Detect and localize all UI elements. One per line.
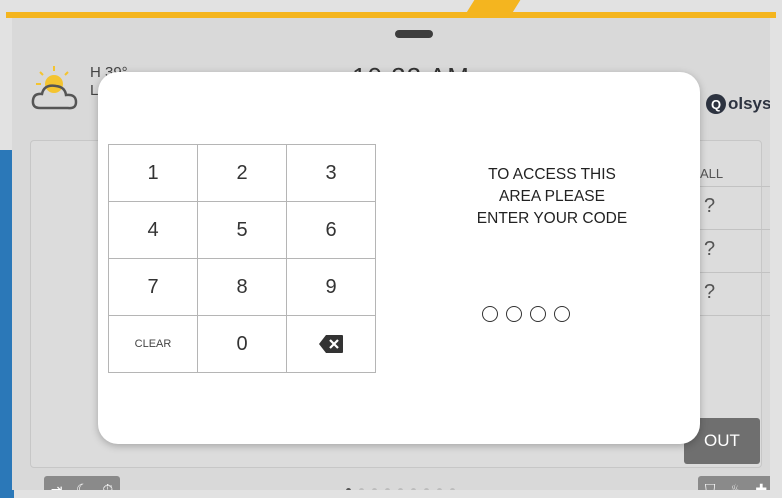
exit-home-icon[interactable]: ⇥ (51, 481, 63, 491)
code-digit-slot (530, 306, 546, 322)
sensor-row[interactable]: ? (692, 230, 770, 273)
code-digit-slot (482, 306, 498, 322)
timer-icon[interactable]: ⏱ (102, 481, 113, 491)
page-dot[interactable] (411, 488, 416, 490)
key-3[interactable]: 3 (287, 145, 376, 202)
shield-icon[interactable]: ⛉ (705, 481, 716, 491)
code-digit-slot (554, 306, 570, 322)
sensor-list: ALL ? ? ? (692, 160, 770, 316)
brand-logo: Q olsys (706, 94, 770, 114)
page-dot[interactable] (372, 488, 377, 490)
page-indicator (346, 488, 455, 490)
moon-icon[interactable]: ☾ (76, 481, 89, 491)
page-dot[interactable] (437, 488, 442, 490)
key-0[interactable]: 0 (198, 316, 287, 373)
page-dot[interactable] (398, 488, 403, 490)
pull-down-handle[interactable] (395, 30, 433, 38)
sensor-list-header[interactable]: ALL (692, 160, 770, 187)
medical-cross-icon[interactable]: ✚ (755, 481, 767, 491)
numeric-keypad: 1 2 3 4 5 6 7 8 9 CLEAR 0 (108, 144, 376, 373)
key-1[interactable]: 1 (109, 145, 198, 202)
backspace-icon (319, 335, 343, 353)
access-code-dialog: 1 2 3 4 5 6 7 8 9 CLEAR 0 TO ACCESS THIS… (98, 72, 700, 444)
logo-text: olsys (728, 94, 770, 113)
page-dot[interactable] (346, 488, 351, 490)
partly-cloudy-icon (31, 66, 78, 110)
key-2[interactable]: 2 (198, 145, 287, 202)
prompt-line: AREA PLEASE (499, 188, 605, 205)
key-5[interactable]: 5 (198, 202, 287, 259)
page-dot[interactable] (359, 488, 364, 490)
access-prompt: TO ACCESS THIS AREA PLEASE ENTER YOUR CO… (428, 164, 676, 230)
page-dot[interactable] (450, 488, 455, 490)
key-9[interactable]: 9 (287, 259, 376, 316)
backspace-button[interactable] (287, 316, 376, 373)
sensor-row[interactable]: ? (692, 273, 770, 316)
logo-mark: Q (706, 94, 726, 114)
prompt-line: ENTER YOUR CODE (476, 210, 628, 227)
fire-icon[interactable]: ♨ (729, 481, 742, 491)
page-dot[interactable] (385, 488, 390, 490)
page-dot[interactable] (424, 488, 429, 490)
sensor-row[interactable]: ? (692, 187, 770, 230)
key-4[interactable]: 4 (109, 202, 198, 259)
key-6[interactable]: 6 (287, 202, 376, 259)
code-digit-slot (506, 306, 522, 322)
key-8[interactable]: 8 (198, 259, 287, 316)
key-7[interactable]: 7 (109, 259, 198, 316)
bottom-left-shortcuts[interactable]: ⇥ ☾ ⏱ (44, 476, 120, 490)
code-entry-indicator (482, 306, 570, 322)
bottom-right-shortcuts[interactable]: ⛉ ♨ ✚ (698, 476, 770, 490)
prompt-line: TO ACCESS THIS (488, 166, 616, 183)
clear-button[interactable]: CLEAR (109, 316, 198, 373)
